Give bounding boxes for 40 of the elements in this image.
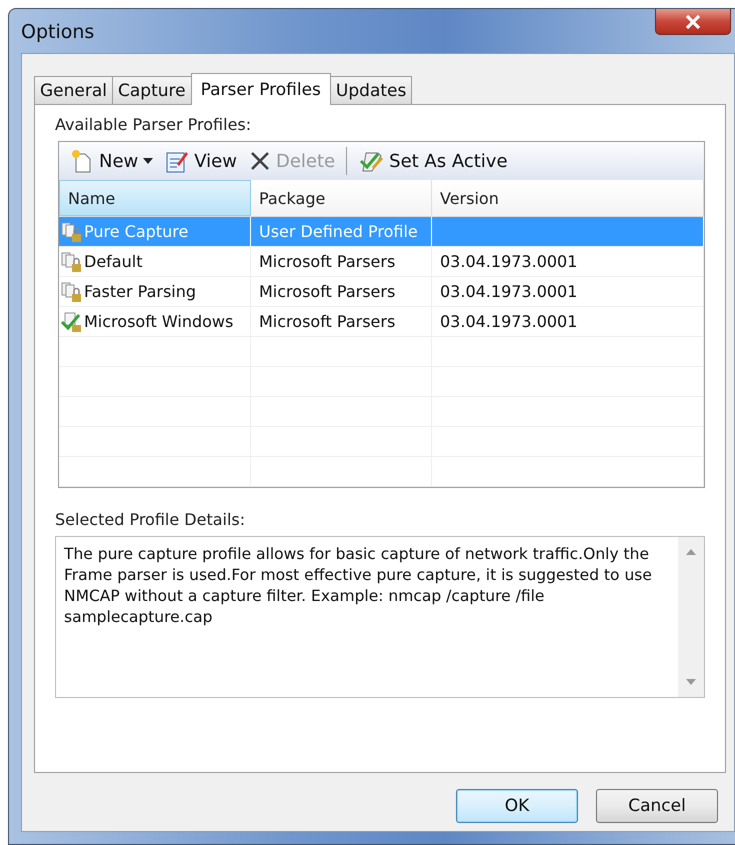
section-label: Selected Profile Details: xyxy=(55,510,246,531)
tab[interactable]: Capture xyxy=(112,76,192,104)
table-cell: Faster Parsing xyxy=(84,282,196,301)
table-cell: 03.04.1973.0001 xyxy=(440,282,578,301)
scroll-down-icon xyxy=(686,679,696,685)
scroll-up-icon xyxy=(686,549,696,555)
tab[interactable]: General xyxy=(34,76,113,104)
close-button[interactable] xyxy=(655,9,731,35)
table-cell: User Defined Profile xyxy=(259,222,418,241)
edit-form-icon xyxy=(165,149,190,173)
window-title: Options xyxy=(21,21,94,43)
column-header[interactable]: Package xyxy=(251,180,432,216)
table-row[interactable]: Microsoft Windows Microsoft Parsers 03.04.1973.0001 xyxy=(59,307,704,337)
table-cell: Microsoft Parsers xyxy=(259,282,396,301)
column-header[interactable]: Name xyxy=(59,180,251,216)
table-cell: Microsoft Parsers xyxy=(259,252,396,271)
locked-profile-icon xyxy=(61,220,83,242)
toolbar-button[interactable]: New xyxy=(65,145,158,177)
delete-icon xyxy=(248,150,271,172)
toolbar-button[interactable]: Set As Active xyxy=(353,145,513,177)
details-text-box[interactable] xyxy=(55,536,705,698)
close-icon xyxy=(685,14,701,28)
dialog-button[interactable]: Cancel xyxy=(596,789,718,823)
table-cell: 03.04.1973.0001 xyxy=(440,312,578,331)
table-cell: Pure Capture xyxy=(84,222,188,241)
table-cell: 03.04.1973.0001 xyxy=(440,252,578,271)
table-cell: Microsoft Windows xyxy=(84,312,234,331)
tab[interactable]: Updates xyxy=(330,76,412,104)
table-row[interactable]: Default Microsoft Parsers 03.04.1973.0001 xyxy=(59,247,704,277)
section-label: Available Parser Profiles: xyxy=(55,115,252,136)
table-cell: Microsoft Parsers xyxy=(259,312,396,331)
details-text: The pure capture profile allows for basic capture of network traffic.Only the Frame parser is used.For most effective pure capture, it is suggested to use NMCAP without a capture filter. Example: nmcap /capture /file samplecapture.cap xyxy=(63,544,653,628)
toolbar-button[interactable]: View xyxy=(160,145,242,177)
scrollbar[interactable] xyxy=(678,537,704,697)
dialog-button[interactable]: OK xyxy=(456,789,578,823)
table-cell: Default xyxy=(84,252,142,271)
column-header[interactable]: Version xyxy=(432,180,704,216)
table-row[interactable]: Faster Parsing Microsoft Parsers 03.04.1973.0001 xyxy=(59,277,704,307)
caret-icon xyxy=(143,158,154,164)
tab[interactable]: Parser Profiles xyxy=(190,73,331,105)
